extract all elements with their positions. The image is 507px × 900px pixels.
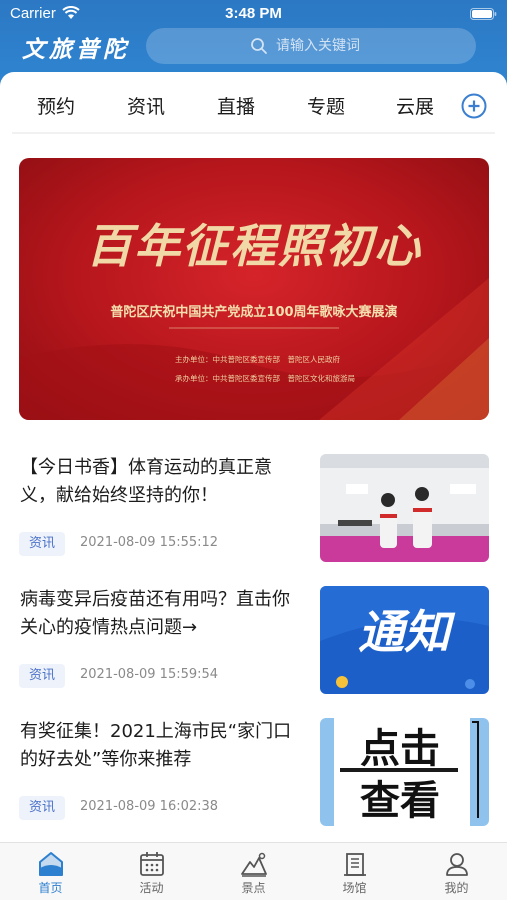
- category-tabs: 预约 资讯 直播 专题 云展: [0, 72, 507, 134]
- tab-topics[interactable]: 专题: [307, 92, 345, 119]
- tabbar-item-activities[interactable]: 活动: [101, 843, 202, 900]
- building-icon: [344, 853, 366, 876]
- tabbar-item-venues[interactable]: 场馆: [304, 843, 405, 900]
- tabbar-item-attractions[interactable]: 景点: [203, 843, 304, 900]
- tab-live[interactable]: 直播: [217, 92, 255, 119]
- news-timestamp: 2021-08-09 16:02:38: [80, 799, 219, 814]
- home-icon: [39, 852, 63, 876]
- news-timestamp: 2021-08-09 15:59:54: [80, 667, 219, 682]
- news-item[interactable]: 有奖征集！2021上海市民“家门口的好去处”等你来推荐 资讯 2021-08-0…: [0, 718, 507, 842]
- tab-cloud-exhibition[interactable]: 云展: [396, 92, 434, 119]
- tabbar-label: 我的: [444, 881, 469, 895]
- tabbar-label: 活动: [139, 881, 164, 895]
- banner-carousel[interactable]: 百年征程照初心 普陀区庆祝中国共产党成立100周年歌咏大赛展演 主办单位：中共普…: [19, 158, 489, 420]
- tab-divider: [12, 132, 495, 134]
- tab-news[interactable]: 资讯: [127, 92, 165, 119]
- news-title: 病毒变异后疫苗还有用吗？直击你关心的疫情热点问题→: [20, 589, 290, 638]
- tabbar-label: 景点: [241, 881, 266, 895]
- news-thumbnail-athletes: [320, 454, 489, 562]
- user-icon: [446, 853, 468, 876]
- news-item[interactable]: 【今日书香】体育运动的真正意义，献给始终坚持的你！ 资讯 2021-08-09 …: [0, 454, 507, 586]
- notice-thumb-text: 通知: [358, 605, 456, 659]
- news-thumbnail-click-view: 点击 查看: [320, 718, 489, 826]
- banner-title: 百年征程照初心: [86, 219, 422, 273]
- news-thumbnail-notice: 通知: [320, 586, 489, 694]
- status-bar: Carrier 3:48 PM: [0, 0, 507, 28]
- news-title: 【今日书香】体育运动的真正意义，献给始终坚持的你！: [20, 457, 272, 506]
- tabbar-item-home[interactable]: 首页: [0, 843, 101, 900]
- tabbar-item-profile[interactable]: 我的: [406, 843, 507, 900]
- banner-organizer: 主办单位：中共普陀区委宣传部 普陀区人民政府: [175, 355, 340, 364]
- battery-icon: [470, 8, 497, 20]
- search-input[interactable]: [276, 34, 466, 58]
- main-content: 预约 资讯 直播 专题 云展 百年征程照初心 普陀区庆祝中国共产党成立100周年…: [0, 72, 507, 842]
- news-category-badge: 资讯: [19, 796, 65, 820]
- thumb-text-top: 点击: [360, 726, 440, 772]
- search-bar[interactable]: [146, 28, 476, 64]
- thumb-text-bottom: 查看: [360, 778, 440, 824]
- tab-booking[interactable]: 预约: [37, 92, 75, 119]
- news-category-badge: 资讯: [19, 532, 65, 556]
- news-timestamp: 2021-08-09 15:55:12: [80, 535, 219, 550]
- banner-co-organizer: 承办单位：中共普陀区委宣传部 普陀区文化和旅游局: [175, 374, 355, 383]
- status-time: 3:48 PM: [225, 5, 282, 22]
- tabbar-label: 首页: [38, 881, 63, 895]
- add-tab-icon[interactable]: [461, 93, 487, 119]
- calendar-icon: [140, 852, 164, 876]
- search-icon: [251, 38, 267, 54]
- news-title: 有奖征集！2021上海市民“家门口的好去处”等你来推荐: [20, 721, 292, 770]
- news-item[interactable]: 病毒变异后疫苗还有用吗？直击你关心的疫情热点问题→ 资讯 2021-08-09 …: [0, 586, 507, 718]
- mountain-icon: [241, 852, 267, 877]
- app-logo: 文旅普陀: [22, 36, 130, 63]
- news-category-badge: 资讯: [19, 664, 65, 688]
- tabbar-label: 场馆: [342, 881, 367, 895]
- banner-subtitle: 普陀区庆祝中国共产党成立100周年歌咏大赛展演: [110, 305, 398, 320]
- bottom-tab-bar: 首页 活动 景点 场馆 我的: [0, 842, 507, 900]
